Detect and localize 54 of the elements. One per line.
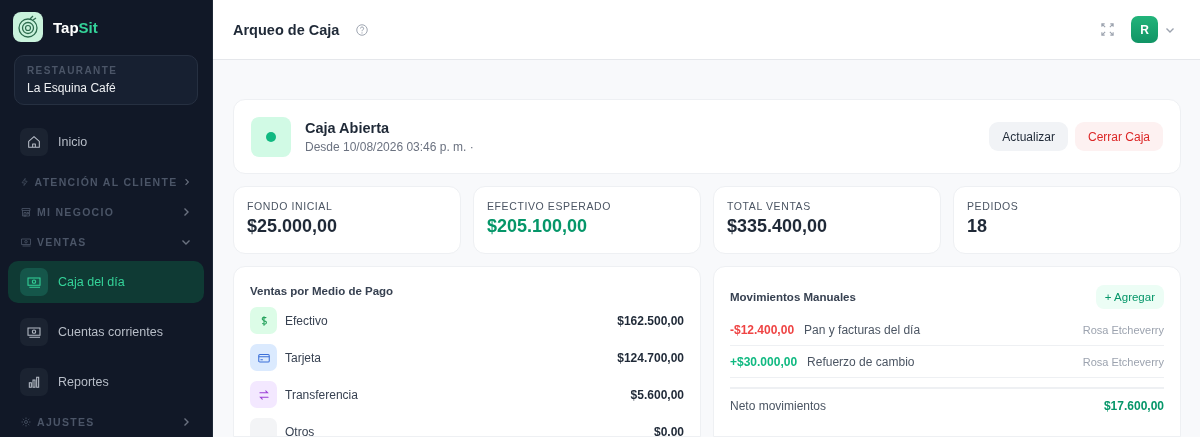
stat-label: PEDIDOS [967,200,1020,212]
panel-title: Movimientos Manuales [730,291,856,303]
movement-description: Refuerzo de cambio [807,354,916,369]
stat-label: FONDO INICIAL [247,200,334,212]
stat-value: $335.400,00 [727,216,829,237]
status-since: Desde 10/08/2026 03:46 p. m. · [305,139,475,154]
brand-name: TapSit [53,18,98,36]
net-value: $17.600,00 [1103,399,1164,413]
net-label: Neto movimientos [730,399,827,413]
stat-value: $205.100,00 [487,216,589,237]
banknote-icon [26,274,42,290]
movement-amount: -$12.400,00 [730,322,795,337]
payment-amount: $162.500,00 [617,313,684,328]
page-title: Arqueo de Caja [233,21,340,38]
stat-label: TOTAL VENTAS [727,200,812,212]
stat-label: EFECTIVO ESPERADO [487,200,612,212]
payment-amount: $5.600,00 [630,387,684,402]
sidebar-item[interactable]: Reportes [8,361,204,403]
movement-user: Rosa Etcheverry [1082,323,1164,336]
help-icon[interactable] [355,22,370,37]
avatar[interactable]: R [1131,16,1158,43]
panel-title: Ventas por Medio de Pago [250,285,395,297]
stat-value: $25.000,00 [247,216,339,237]
banknote-icon [26,324,42,340]
payment-method: Tarjeta [285,350,323,365]
payment-method: Transferencia [285,387,359,402]
sidebar-section-header[interactable]: ATENCIÓN AL CLIENTE [34,176,178,188]
sidebar-item[interactable]: Caja del día [8,261,204,303]
sidebar-section-header[interactable]: AJUSTES [37,416,175,428]
movement-user: Rosa Etcheverry [1082,355,1164,368]
settings-icon [20,416,32,428]
payment-amount: $124.700,00 [617,350,684,365]
store-icon [20,206,32,218]
payment-method: Efectivo [285,313,329,328]
arrows-icon [256,387,271,402]
restaurant-name: La Esquina Café [27,81,117,95]
add-button[interactable]: + Agregar [1095,285,1164,309]
sidebar-section-header[interactable]: MI NEGOCIO [37,206,175,218]
banknote-icon [20,236,32,248]
sidebar-section-header[interactable]: VENTAS [37,236,175,248]
movement-amount: +$30.000,00 [730,354,798,369]
payment-method: Otros [285,424,316,436]
home-icon [26,134,42,150]
sidebar-item[interactable]: Cuentas corrientes [8,311,204,353]
lightning-icon [20,176,30,188]
stat-value: 18 [967,216,989,237]
fullscreen-icon[interactable] [1100,22,1115,37]
sidebar-item[interactable]: Inicio [8,121,204,163]
movement-description: Pan y facturas del día [804,322,922,337]
close-register-button[interactable]: Cerrar Caja [1075,122,1163,151]
bar-chart-icon [26,374,42,390]
chevron-right-icon[interactable] [182,176,192,188]
status-title: Caja Abierta [305,119,391,136]
refresh-button[interactable]: Actualizar [989,122,1068,151]
